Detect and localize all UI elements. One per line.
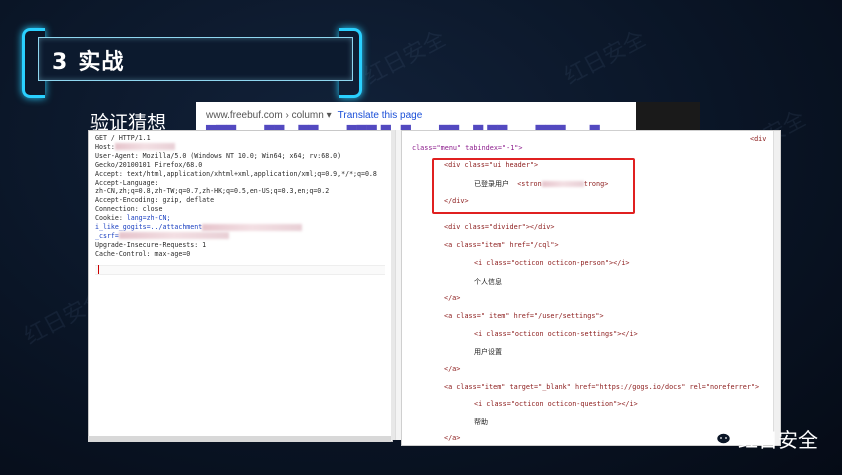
wechat-icon <box>708 426 732 451</box>
result-url[interactable]: www.freebuf.com › column ▾ <box>206 110 332 121</box>
text-caret <box>98 265 99 274</box>
overlay-strip <box>636 102 700 130</box>
translate-link[interactable]: Translate this page <box>338 110 423 121</box>
brand-logo: 红日安全 <box>708 424 818 453</box>
slide-title-text: 实战 <box>78 50 125 75</box>
highlight-box <box>432 158 635 214</box>
cursor-line <box>95 265 385 275</box>
panel-footer <box>88 436 391 442</box>
brand-name: 红日安全 <box>738 428 818 452</box>
request-text[interactable]: GET / HTTP/1.1 Host: User-Agent: Mozilla… <box>95 134 377 259</box>
slide-number: 3 <box>52 50 69 75</box>
slide-title: 3 实战 <box>52 44 124 76</box>
watermark: 红日安全 <box>360 26 450 90</box>
watermark: 红日安全 <box>560 26 650 90</box>
request-panel[interactable]: GET / HTTP/1.1 Host: User-Agent: Mozilla… <box>88 130 393 442</box>
source-panel[interactable]: <div class="menu" tabindex="-1"> <div cl… <box>401 130 781 446</box>
scrollbar[interactable] <box>773 131 780 445</box>
